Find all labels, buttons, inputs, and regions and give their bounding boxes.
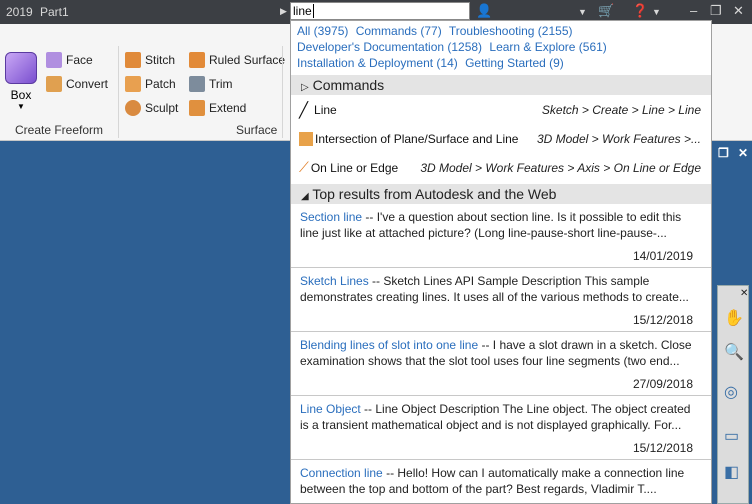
result-title-link[interactable]: Line Object xyxy=(300,402,361,416)
axis-icon: ⟋ xyxy=(299,159,309,175)
scissors-icon xyxy=(189,76,205,92)
web-result-item[interactable]: Sketch Lines -- Sketch Lines API Sample … xyxy=(291,268,711,332)
box-icon xyxy=(5,52,37,84)
divider xyxy=(282,46,283,138)
help-dropdown-icon[interactable]: ▼ xyxy=(652,7,661,17)
canvas-close-icon[interactable]: ✕ xyxy=(738,146,748,160)
convert-icon xyxy=(46,76,62,92)
intersection-icon xyxy=(299,131,313,146)
look-at-icon[interactable]: ▭ xyxy=(724,426,739,446)
web-result-item[interactable]: Blending lines of slot into one line -- … xyxy=(291,332,711,396)
result-date: 15/12/2018 xyxy=(632,441,693,455)
command-line[interactable]: ╱ Line Sketch > Create > Line > Line xyxy=(291,95,711,124)
patch-button[interactable]: Patch xyxy=(125,76,176,92)
category-all[interactable]: All (3975) xyxy=(297,24,348,38)
result-title-link[interactable]: Blending lines of slot into one line xyxy=(300,338,478,352)
trim-button[interactable]: Trim xyxy=(189,76,233,92)
search-results-dropdown: All (3975) Commands (77) Troubleshooting… xyxy=(290,20,712,504)
cart-icon[interactable]: 🛒 xyxy=(598,3,614,19)
web-results-section-header[interactable]: ◢ Top results from Autodesk and the Web xyxy=(291,184,711,204)
face-button[interactable]: Face xyxy=(46,52,93,68)
box-dropdown-icon: ▼ xyxy=(17,102,25,111)
result-title-link[interactable]: Sketch Lines xyxy=(300,274,369,288)
minimize-icon[interactable]: – xyxy=(690,3,697,18)
panel-label-create-freeform: Create Freeform xyxy=(15,123,104,137)
result-date: 27/09/2018 xyxy=(632,377,693,391)
sculpt-button[interactable]: Sculpt xyxy=(125,100,178,116)
category-getting-started[interactable]: Getting Started (9) xyxy=(465,56,564,70)
stitch-icon xyxy=(125,52,141,68)
help-icon[interactable]: ❓ xyxy=(632,3,648,19)
result-date: 15/12/2018 xyxy=(632,313,693,327)
close-icon[interactable]: ✕ xyxy=(733,3,744,19)
result-title-link[interactable]: Connection line xyxy=(300,466,383,480)
category-commands[interactable]: Commands (77) xyxy=(356,24,442,38)
navbar-close-icon[interactable]: ✕ xyxy=(740,288,748,299)
box-label: Box xyxy=(10,88,32,102)
document-name: Part1 xyxy=(40,5,69,19)
category-filters: All (3975) Commands (77) Troubleshooting… xyxy=(291,21,711,73)
user-icon[interactable]: 👤 xyxy=(476,3,492,19)
command-intersection[interactable]: Intersection of Plane/Surface and Line 3… xyxy=(291,124,711,153)
ruled-surface-icon xyxy=(189,52,205,68)
extend-button[interactable]: Extend xyxy=(189,100,246,116)
restore-icon[interactable]: ❐ xyxy=(710,3,722,19)
navigation-bar: ✕ ✋ 🔍 ◎ ▭ ◧ xyxy=(717,285,749,504)
box-button[interactable]: Box ▼ xyxy=(4,52,38,111)
panel-label-surface: Surface xyxy=(236,123,278,137)
help-search-input[interactable]: line xyxy=(290,2,470,20)
extend-icon xyxy=(189,100,205,116)
result-date: 14/01/2019 xyxy=(632,249,693,263)
chevron-right-icon[interactable]: ▶ xyxy=(280,6,287,17)
collapse-arrow-icon: ◢ xyxy=(301,191,309,202)
web-result-item[interactable]: Line Object -- Line Object Description T… xyxy=(291,396,711,460)
category-troubleshooting[interactable]: Troubleshooting (2155) xyxy=(449,24,573,38)
stitch-button[interactable]: Stitch xyxy=(125,52,175,68)
web-result-item[interactable]: Section line -- I've a question about se… xyxy=(291,204,711,268)
view-cube-icon[interactable]: ◧ xyxy=(724,462,739,482)
zoom-icon[interactable]: 🔍 xyxy=(724,342,744,362)
ruled-surface-button[interactable]: Ruled Surface xyxy=(189,52,285,68)
category-installation[interactable]: Installation & Deployment (14) xyxy=(297,56,458,70)
expand-arrow-icon: ▷ xyxy=(301,82,309,93)
patch-icon xyxy=(125,76,141,92)
command-on-line-or-edge[interactable]: ⟋ On Line or Edge 3D Model > Work Featur… xyxy=(291,153,711,182)
orbit-icon[interactable]: ◎ xyxy=(724,382,738,402)
result-title-link[interactable]: Section line xyxy=(300,210,362,224)
line-icon: ╱ xyxy=(299,101,309,119)
chevron-down-icon[interactable]: ▼ xyxy=(578,7,587,17)
sculpt-icon xyxy=(125,100,141,116)
convert-button[interactable]: Convert xyxy=(46,76,108,92)
app-year: 2019 xyxy=(6,5,33,19)
face-icon xyxy=(46,52,62,68)
divider xyxy=(118,46,119,138)
category-learn-explore[interactable]: Learn & Explore (561) xyxy=(489,40,606,54)
category-developer-docs[interactable]: Developer's Documentation (1258) xyxy=(297,40,482,54)
commands-section-header[interactable]: ▷ Commands xyxy=(291,75,711,95)
pan-icon[interactable]: ✋ xyxy=(724,308,744,328)
canvas-restore-icon[interactable]: ❐ xyxy=(718,146,729,160)
web-result-item[interactable]: Connection line -- Hello! How can I auto… xyxy=(291,460,711,503)
